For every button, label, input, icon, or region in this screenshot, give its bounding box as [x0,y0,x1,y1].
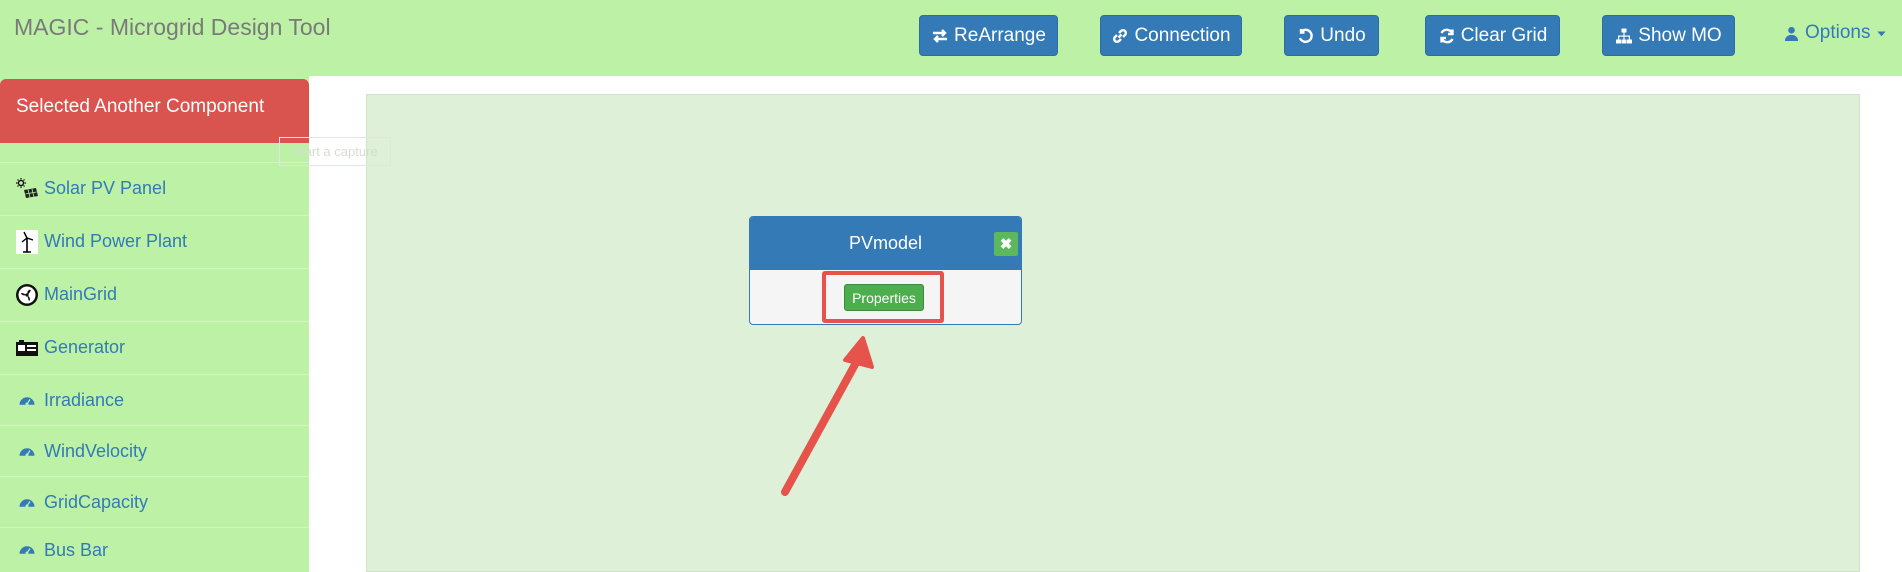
fan-icon [14,282,39,307]
sidebar-item-irradiance[interactable]: Irradiance [0,374,309,426]
sidebar-item-label: Generator [44,337,126,357]
app-title: MAGIC - Microgrid Design Tool [14,14,331,40]
capture-tooltip: Start a capture [279,137,391,166]
swap-icon [933,28,948,43]
node-title: PVmodel [750,217,1021,270]
sitemap-icon [1616,28,1633,43]
undo-button[interactable]: Undo [1284,15,1379,56]
sidebar-item-label: Irradiance [44,390,125,410]
solar-panel-icon [14,176,39,201]
refresh-icon [1440,28,1454,43]
sidebar-item-label: GridCapacity [44,492,149,512]
sidebar-item-label: Wind Power Plant [44,231,188,251]
show-mo-button-label: Show MO [1638,24,1722,46]
sidebar-item-wind-power-plant[interactable]: Wind Power Plant [0,215,309,267]
clear-grid-button-label: Clear Grid [1460,24,1548,46]
dashboard-icon [14,388,39,413]
rearrange-button[interactable]: ReArrange [919,15,1058,56]
wind-turbine-icon [14,229,39,254]
top-navbar: MAGIC - Microgrid Design Tool ReArrange … [0,0,1902,76]
connection-button[interactable]: Connection [1100,15,1242,56]
sidebar-item-maingrid[interactable]: MainGrid [0,268,309,320]
sidebar-item-generator[interactable]: Generator [0,321,309,373]
show-mo-button[interactable]: Show MO [1602,15,1735,56]
dashboard-icon [14,490,39,515]
undo-button-label: Undo [1320,24,1366,46]
annotation-highlight-box [822,271,944,323]
caret-down-icon [1877,30,1887,36]
node-close-button[interactable]: ✖ [994,232,1018,256]
options-label: Options [1805,22,1871,43]
dashboard-icon [14,538,39,563]
generator-icon [14,335,39,360]
sidebar-item-windvelocity[interactable]: WindVelocity [0,425,309,477]
sidebar-item-gridcapacity[interactable]: GridCapacity [0,476,309,528]
sidebar-item-label: MainGrid [44,284,118,304]
sidebar-item-label: WindVelocity [44,441,148,461]
user-icon [1784,26,1799,41]
design-canvas[interactable] [366,94,1860,572]
selection-alert: Selected Another Component [0,79,309,143]
sidebar-item-bus-bar[interactable]: Bus Bar [0,527,309,572]
dashboard-icon [14,439,39,464]
component-sidebar: Selected Another Component Solar PV Pane… [0,76,309,572]
annotation-arrow [781,336,874,496]
sidebar-item-solar-pv-panel[interactable]: Solar PV Panel [0,162,309,214]
sidebar-item-label: Bus Bar [44,539,109,560]
rearrange-button-label: ReArrange [954,24,1046,46]
undo-icon [1299,28,1314,43]
options-dropdown[interactable]: Options [1784,22,1887,44]
sidebar-item-label: Solar PV Panel [44,178,167,198]
clear-grid-button[interactable]: Clear Grid [1425,15,1560,56]
connection-button-label: Connection [1134,24,1231,46]
link-icon [1113,28,1128,43]
